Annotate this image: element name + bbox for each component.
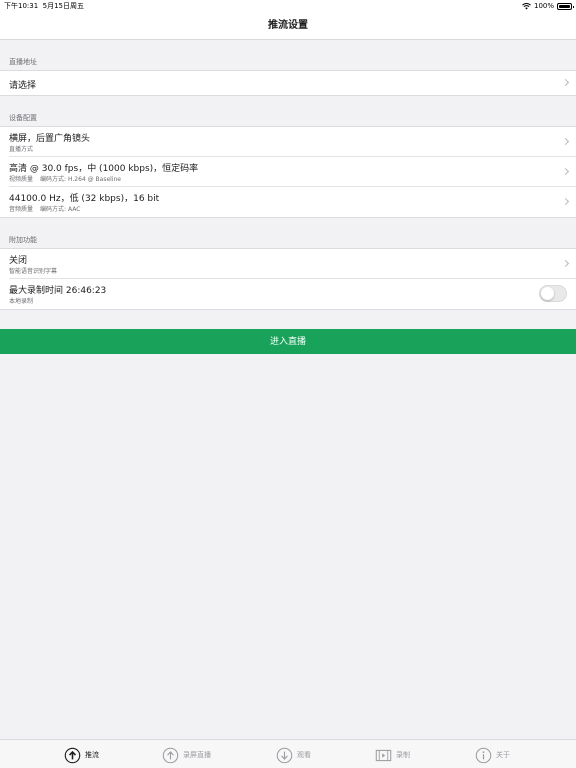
video-quality-value: 高清 @ 30.0 fps，中 (1000 kbps)，恒定码率 [9, 164, 199, 174]
audio-quality-label: 音频质量 [9, 206, 34, 213]
speech-subtitle-value: 关闭 [9, 256, 28, 266]
live-mode-value: 横屏，后置广角镜头 [9, 134, 91, 144]
page-title: 推流设置 [268, 20, 308, 31]
tab-watch[interactable]: 观看 [276, 745, 311, 765]
live-mode-label: 直播方式 [9, 144, 33, 153]
tab-label: 推流 [85, 751, 99, 759]
film-record-icon [375, 749, 392, 761]
status-right: 100% [522, 0, 574, 12]
tab-label: 关于 [496, 751, 510, 759]
tab-push-stream[interactable]: 推流 [64, 745, 99, 765]
audio-quality-subtitle: 音频质量 编码方式: AAC [9, 204, 80, 213]
section-header-address: 直播地址 [9, 58, 37, 66]
chevron-right-icon [561, 259, 570, 267]
tab-label: 录屏直播 [183, 751, 211, 759]
screen-record-icon [162, 747, 179, 763]
push-stream-icon [64, 747, 81, 763]
video-quality-label: 视频质量 [9, 176, 34, 183]
tab-record[interactable]: 录制 [375, 745, 410, 765]
section-header-device: 设备配置 [9, 114, 37, 122]
audio-quality-row[interactable]: 44100.0 Hz，低 (32 kbps)，16 bit 音频质量 编码方式: … [9, 187, 576, 217]
speech-subtitle-row[interactable]: 关闭 智能语音识别字幕 [9, 249, 576, 279]
enter-live-button[interactable]: 进入直播 [0, 329, 576, 354]
wifi-icon [522, 2, 531, 9]
video-quality-row[interactable]: 高清 @ 30.0 fps，中 (1000 kbps)，恒定码率 视频质量 编码方… [9, 157, 576, 187]
chevron-right-icon [561, 137, 570, 145]
live-mode-row[interactable]: 横屏，后置广角镜头 直播方式 [9, 127, 576, 157]
local-record-toggle[interactable] [539, 285, 567, 302]
tab-about[interactable]: 关于 [475, 745, 510, 765]
status-time-date: 下午10:31 5月15日周五 [4, 0, 84, 12]
tab-label: 录制 [396, 751, 410, 759]
section-header-extra: 附加功能 [9, 236, 37, 244]
battery-percent: 100% [533, 2, 554, 10]
chevron-right-icon [561, 197, 570, 206]
tab-bar: 推流 录屏直播 观看 录制 关于 [0, 739, 576, 768]
nav-bar: 推流设置 [0, 12, 576, 40]
speech-subtitle-label: 智能语音识别字幕 [9, 268, 58, 275]
audio-quality-value: 44100.0 Hz，低 (32 kbps)，16 bit [9, 194, 160, 204]
toggle-knob [541, 287, 554, 300]
status-bar: 下午10:31 5月15日周五 100% [0, 0, 576, 12]
video-quality-subtitle: 视频质量 编码方式: H.264 @ Baseline [9, 174, 121, 183]
live-mode-label-text: 直播方式 [9, 146, 34, 153]
info-icon [475, 747, 492, 763]
tab-screen-record[interactable]: 录屏直播 [162, 745, 211, 765]
tab-label: 观看 [297, 751, 311, 759]
local-record-row: 最大录制时间 26:46:23 本地录制 [9, 279, 576, 309]
battery-icon [557, 2, 574, 10]
chevron-right-icon [561, 78, 570, 87]
address-select-label: 请选择 [9, 81, 37, 91]
local-record-label: 本地录制 [9, 298, 34, 305]
chevron-right-icon [561, 167, 570, 175]
audio-codec-label: 编码方式: AAC [40, 206, 81, 213]
status-time: 下午10:31 [4, 2, 39, 10]
group-address: 请选择 [0, 70, 576, 96]
status-date: 5月15日周五 [42, 2, 85, 10]
group-extra: 关闭 智能语音识别字幕 最大录制时间 26:46:23 本地录制 [0, 248, 576, 310]
video-codec-label: 编码方式: H.264 @ Baseline [40, 176, 121, 183]
watch-icon [276, 747, 293, 763]
address-select-row[interactable]: 请选择 [9, 71, 576, 95]
max-record-time: 最大录制时间 26:46:23 [9, 286, 107, 296]
group-device: 横屏，后置广角镜头 直播方式 高清 @ 30.0 fps，中 (1000 kbp… [0, 126, 576, 218]
